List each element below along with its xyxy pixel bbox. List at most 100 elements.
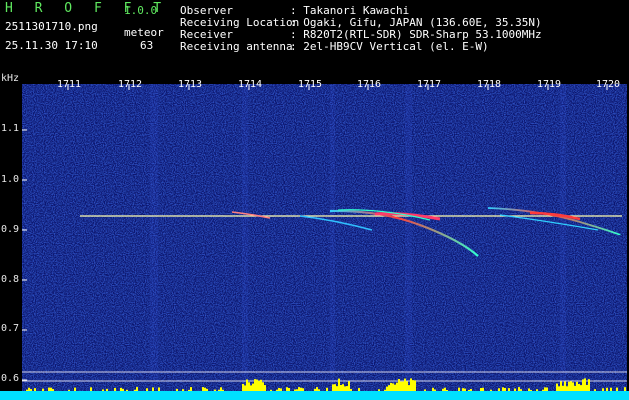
level-bar: [462, 388, 464, 391]
app-version: 1.0.0: [124, 4, 158, 17]
level-bar: [584, 378, 586, 391]
level-bar: [556, 383, 558, 391]
level-bar: [152, 387, 154, 391]
level-bar: [258, 380, 260, 391]
file-name: 2511301710.png: [5, 20, 98, 33]
level-bar: [406, 381, 408, 391]
level-bar: [28, 387, 30, 391]
level-bar: [270, 389, 272, 391]
level-bar: [468, 389, 470, 391]
level-bar: [298, 387, 300, 391]
level-bar: [294, 389, 296, 391]
level-bar: [610, 387, 612, 391]
level-bar: [158, 387, 160, 391]
level-bar: [90, 387, 92, 391]
level-bar: [280, 388, 282, 391]
level-bar: [602, 388, 604, 391]
level-bar: [316, 387, 318, 391]
level-bar: [286, 387, 288, 391]
x-tick-label: 1715: [298, 79, 323, 90]
antenna-label: Receiving antenna: [180, 40, 293, 53]
level-bar: [432, 387, 434, 391]
level-bar: [250, 385, 252, 391]
level-bar: [410, 378, 412, 391]
header-panel: H R O F F T 1.0.0 2511301710.png meteor …: [0, 0, 629, 70]
level-bar: [564, 381, 566, 391]
x-tick-label: 1712: [118, 79, 143, 90]
level-bar: [616, 387, 618, 391]
level-bar: [442, 388, 444, 391]
level-bar: [342, 384, 344, 391]
y-tick-label: 1.0: [1, 174, 20, 185]
level-bar: [74, 387, 76, 391]
y-tick-label: 1.1: [1, 123, 20, 134]
level-bar: [336, 386, 338, 391]
level-bar: [424, 389, 426, 391]
level-bar: [594, 389, 596, 391]
y-tick-label: 0.6: [1, 373, 20, 384]
level-bar: [580, 385, 582, 391]
level-bar: [378, 389, 380, 391]
level-bar: [30, 389, 32, 391]
level-bar: [536, 389, 538, 391]
level-bar: [518, 387, 520, 391]
level-bar: [314, 388, 316, 391]
level-bar: [570, 381, 572, 391]
level-bar: [464, 388, 466, 391]
level-bar: [248, 382, 250, 391]
level-bar: [42, 388, 44, 391]
level-bar: [566, 386, 568, 391]
level-bar: [528, 388, 530, 391]
level-bar: [256, 379, 258, 391]
time-band: [150, 84, 158, 390]
level-bar: [546, 387, 548, 391]
level-bar: [390, 382, 392, 391]
level-bar: [190, 387, 192, 391]
level-bar: [276, 389, 278, 391]
level-bar: [188, 389, 190, 391]
y-tick-label: 0.7: [1, 323, 20, 334]
time-band: [560, 84, 566, 390]
level-bar: [350, 388, 352, 391]
level-bar: [136, 387, 138, 391]
level-bar: [358, 388, 360, 391]
level-bar: [514, 388, 516, 391]
x-tick-label: 1718: [477, 79, 502, 90]
level-bar: [254, 379, 256, 391]
level-bar: [338, 378, 340, 391]
spectrogram-noise: [22, 84, 627, 400]
capture-datetime: 25.11.30 17:10: [5, 39, 98, 52]
level-bar: [458, 387, 460, 391]
x-tick-label: 1716: [357, 79, 382, 90]
x-tick-label: 1717: [417, 79, 442, 90]
level-bar: [278, 387, 280, 391]
level-bar: [68, 389, 70, 391]
level-bar: [48, 387, 50, 391]
level-bar: [146, 388, 148, 391]
level-bar: [264, 385, 266, 391]
level-bar: [520, 389, 522, 391]
level-bar: [246, 379, 248, 391]
level-bar: [244, 385, 246, 391]
level-bar: [204, 387, 206, 391]
level-bar: [588, 379, 590, 391]
level-bar: [340, 384, 342, 391]
level-bar: [346, 386, 348, 391]
level-bar: [482, 387, 484, 391]
spectrogram-plot: [0, 84, 629, 400]
level-bar: [582, 379, 584, 391]
detection-label: meteor: [124, 26, 164, 39]
y-tick-label: 0.8: [1, 274, 20, 285]
level-bar: [394, 384, 396, 391]
level-bar: [542, 389, 544, 391]
x-tick-label: 1719: [537, 79, 562, 90]
level-bar: [106, 388, 108, 391]
time-band: [405, 84, 412, 390]
level-bar: [404, 378, 406, 391]
level-bar: [318, 389, 320, 391]
level-bar: [530, 389, 532, 391]
baseline-bar: [0, 391, 629, 400]
level-bar: [574, 385, 576, 391]
level-bar: [470, 388, 472, 391]
y-tick-label: 0.9: [1, 224, 20, 235]
